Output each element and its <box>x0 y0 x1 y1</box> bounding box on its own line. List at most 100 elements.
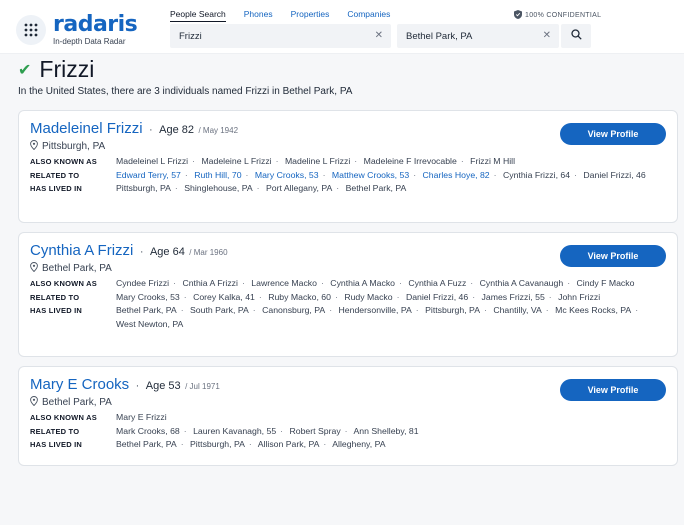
list-item: Lauren Kavanagh, 55 <box>193 425 277 436</box>
list-item: Hendersonville, PA <box>338 305 412 315</box>
separator-dot: · <box>320 278 324 288</box>
separator-dot: · <box>174 183 178 193</box>
separator-dot: · <box>413 169 417 180</box>
list-item: Bethel Park, PA <box>116 439 177 449</box>
confidential-badge: 100% CONFIDENTIAL <box>514 10 601 21</box>
person-card: Madeleinel Frizzi · Age 82 / May 1942 Pi… <box>18 110 678 223</box>
related-person-link[interactable]: Edward Terry, 57 <box>116 170 181 180</box>
person-location: Bethel Park, PA <box>42 397 112 408</box>
separator-dot: · <box>415 305 419 315</box>
separator-dot: · <box>399 278 402 288</box>
site-header: radaris In-depth Data Radar People Searc… <box>0 0 684 54</box>
list-item: Chantilly, VA <box>493 305 542 315</box>
separator-dot: · <box>192 156 196 166</box>
list-item: Daniel Frizzi, 46 <box>583 169 646 180</box>
list-item: Mark Crooks, 68 <box>116 425 180 436</box>
separator-dot: · <box>472 291 476 302</box>
separator-dot: · <box>180 305 184 315</box>
separator-dot: · <box>280 425 284 436</box>
nav-properties[interactable]: Properties <box>291 9 330 22</box>
list-item: Madeleine F Irrevocable <box>363 156 457 166</box>
person-name-link[interactable]: Cynthia A Frizzi <box>30 242 133 259</box>
separator-dot: · <box>574 169 577 180</box>
list-item: Cyndee Frizzi <box>116 278 170 288</box>
separator-dot: · <box>180 439 184 449</box>
nav-companies[interactable]: Companies <box>347 9 390 22</box>
separator-dot: · <box>248 439 252 449</box>
related-person-link[interactable]: Matthew Crooks, 53 <box>332 170 409 180</box>
list-item: Cindy F Macko <box>576 278 635 288</box>
list-item: Pittsburgh, PA <box>190 439 245 449</box>
separator-dot: · <box>173 278 177 288</box>
separator-dot: · <box>183 291 187 302</box>
location-pin-icon <box>30 262 38 275</box>
list-item: Port Allegany, PA <box>265 183 333 193</box>
list-item: Mc Kees Rocks, PA <box>555 305 632 315</box>
name-search-input[interactable]: Frizzi ✕ <box>170 24 391 48</box>
view-profile-button[interactable]: View Profile <box>560 245 666 267</box>
location-pin-icon <box>30 140 38 153</box>
separator-dot: · <box>545 305 549 315</box>
list-item: Canonsburg, PA <box>262 305 326 315</box>
list-item: South Park, PA <box>190 305 249 315</box>
list-item: Madeline L Frizzi <box>284 156 351 166</box>
lived-row: HAS LIVED IN Pittsburgh, PA · Shinglehous… <box>30 182 666 196</box>
brand-name: radaris <box>53 12 138 37</box>
list-item: Ruby Macko, 60 <box>268 291 331 302</box>
list-item: James Frizzi, 55 <box>481 291 545 302</box>
lived-row: HAS LIVED IN Bethel Park, PA · South Park… <box>30 304 666 331</box>
related-values: Mark Crooks, 68 · Lauren Kavanagh, 55 · Ro… <box>116 425 666 439</box>
separator-dot: · <box>334 291 338 302</box>
person-name-link[interactable]: Mary E Crooks <box>30 376 129 393</box>
separator-dot: · <box>322 169 326 180</box>
list-item: Cynthia Frizzi, 64 <box>502 169 571 180</box>
nav-people-search[interactable]: People Search <box>170 9 226 22</box>
main-nav: People Search Phones Properties Companie… <box>170 9 408 22</box>
search-icon <box>570 27 582 45</box>
separator-dot: · <box>493 169 497 180</box>
separator-dot: · <box>241 278 245 288</box>
related-person-link[interactable]: Charles Hoye, 82 <box>423 170 490 180</box>
related-person-link[interactable]: Mary Crooks, 53 <box>255 170 319 180</box>
grid-icon <box>16 15 46 45</box>
aka-label: ALSO KNOWN AS <box>30 279 97 288</box>
person-card: Mary E Crooks · Age 53 / Jul 1971 Bethel… <box>18 366 678 466</box>
search-button[interactable] <box>561 24 591 48</box>
related-person-link[interactable]: Ruth Hill, 70 <box>194 170 241 180</box>
location-search-input[interactable]: Bethel Park, PA ✕ <box>397 24 559 48</box>
location-search-value: Bethel Park, PA <box>406 30 473 42</box>
checkmark-icon: ✔ <box>18 61 32 79</box>
person-location: Bethel Park, PA <box>42 263 112 274</box>
aka-row: ALSO KNOWN AS Madeleinel L Frizzi · Madel… <box>30 155 666 169</box>
related-row: RELATED TO Mark Crooks, 68 · Lauren Kavan… <box>30 425 666 439</box>
separator-dot: · <box>460 156 464 166</box>
view-profile-button[interactable]: View Profile <box>560 379 666 401</box>
list-item: Cynthia A Cavanaugh <box>479 278 564 288</box>
view-profile-button[interactable]: View Profile <box>560 123 666 145</box>
lived-row: HAS LIVED IN Bethel Park, PA · Pittsburgh… <box>30 438 666 452</box>
aka-row: ALSO KNOWN AS Cyndee Frizzi · Cnthia A Fr… <box>30 277 666 291</box>
list-item: Allegheny, PA <box>332 439 386 449</box>
related-label: RELATED TO <box>30 170 80 180</box>
list-item: West Newton, PA <box>116 318 184 329</box>
list-item: Mary Crooks, 53 <box>116 291 180 302</box>
confidential-text: 100% CONFIDENTIAL <box>525 12 602 19</box>
list-item: Cynthia A Fuzz <box>408 278 467 288</box>
clear-location-icon[interactable]: ✕ <box>543 30 551 41</box>
list-item: Bethel Park, PA <box>345 183 407 193</box>
list-item: Rudy Macko <box>344 291 393 302</box>
clear-name-icon[interactable]: ✕ <box>375 30 383 41</box>
separator-dot: · <box>548 291 552 302</box>
aka-label: ALSO KNOWN AS <box>30 413 97 422</box>
nav-phones[interactable]: Phones <box>244 9 273 22</box>
related-row: RELATED TO Edward Terry, 57 · Ruth Hill, … <box>30 169 666 183</box>
separator-dot: · <box>275 156 279 166</box>
person-location: Pittsburgh, PA <box>42 141 106 152</box>
person-name-link[interactable]: Madeleinel Frizzi <box>30 120 143 137</box>
brand-logo[interactable]: radaris In-depth Data Radar <box>16 12 138 46</box>
person-age: Age 53 <box>145 380 181 392</box>
separator-dot: · <box>184 169 188 180</box>
list-item: John Frizzi <box>558 291 601 302</box>
list-item: Bethel Park, PA <box>116 305 177 315</box>
lived-label: HAS LIVED IN <box>30 440 82 449</box>
